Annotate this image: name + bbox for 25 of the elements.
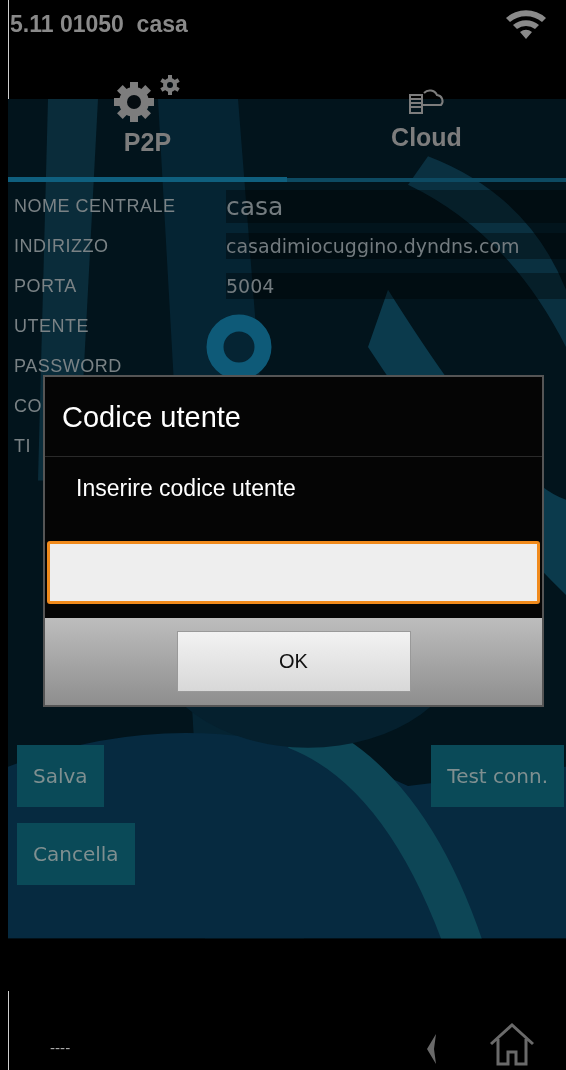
cloud-server-icon	[406, 87, 447, 117]
ok-button[interactable]: OK	[176, 631, 411, 692]
test-connection-button[interactable]: Test conn.	[431, 745, 564, 807]
footer-text: ----	[50, 1040, 71, 1056]
dialog-title: Codice utente	[45, 377, 542, 457]
field-label: CO	[14, 395, 42, 417]
back-icon[interactable]	[424, 1032, 438, 1066]
tab[interactable]: P2P	[8, 54, 287, 182]
wifi-icon	[504, 8, 548, 40]
field-value[interactable]: casadimiocuggino.dyndns.com	[226, 233, 566, 259]
cancel-button[interactable]: Cancella	[17, 823, 135, 885]
field-value[interactable]: 5004	[226, 273, 566, 299]
save-button[interactable]: Salva	[17, 745, 104, 807]
dialog-message: Inserire codice utente	[75, 474, 297, 503]
field-label: PORTA	[14, 275, 77, 297]
tab[interactable]: Cloud	[287, 54, 566, 178]
field-label: NOME CENTRALE	[14, 195, 176, 217]
field-label: UTENTE	[14, 315, 89, 337]
home-icon[interactable]	[488, 1022, 536, 1066]
field-label: PASSWORD	[14, 355, 122, 377]
field-label: TI	[14, 435, 31, 457]
field-label: INDIRIZZO	[14, 235, 109, 257]
status-text: 5.11 01050 casa	[10, 10, 188, 38]
field-value[interactable]: casa	[226, 189, 566, 223]
input-field[interactable]	[47, 541, 540, 604]
